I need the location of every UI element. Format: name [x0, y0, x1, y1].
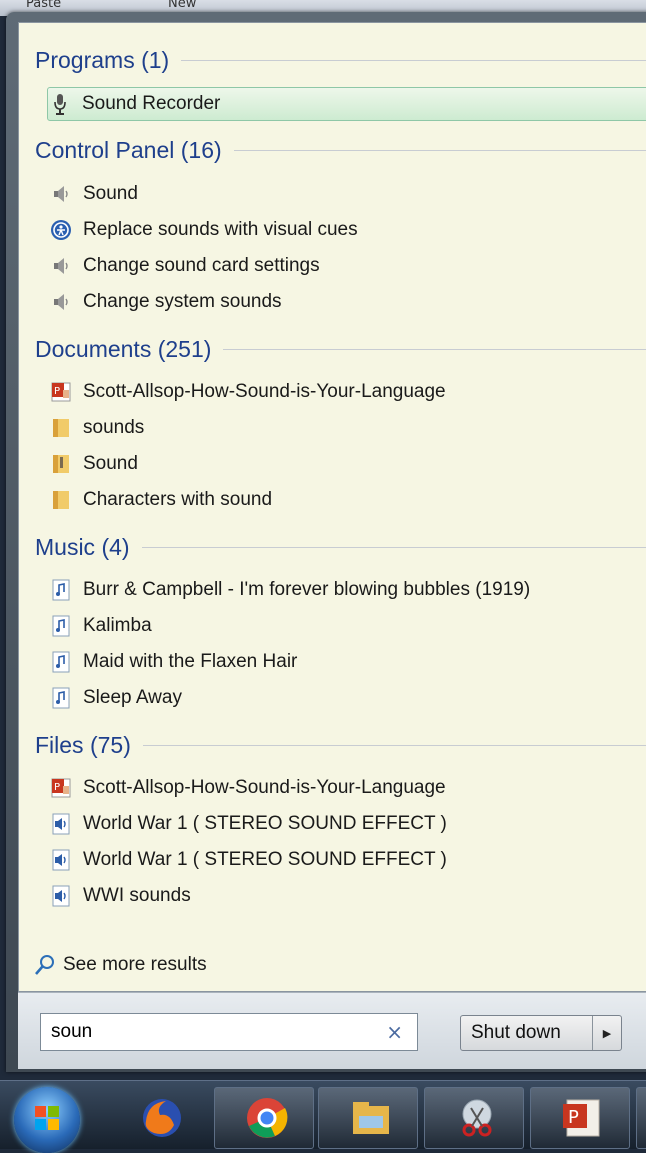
search-input[interactable]: [49, 1020, 373, 1044]
speaker-icon: [49, 254, 73, 278]
music-file-icon: [49, 686, 73, 710]
svg-text:P: P: [54, 782, 60, 793]
music-file-icon: [49, 650, 73, 674]
shut-down-button[interactable]: Shut down ▶: [460, 1015, 622, 1051]
ease-of-access-icon: [49, 218, 73, 242]
result-item-folder[interactable]: sounds: [49, 411, 646, 445]
speaker-icon: [49, 182, 73, 206]
divider: [142, 744, 646, 746]
result-item-file[interactable]: World War 1 ( STEREO SOUND EFFECT ): [49, 843, 646, 877]
divider: [181, 59, 646, 61]
result-item-music[interactable]: Kalimba: [49, 609, 646, 643]
group-header-music[interactable]: Music (4): [35, 533, 646, 561]
result-item-system-sounds[interactable]: Change system sounds: [49, 285, 646, 319]
audio-file-icon: [49, 848, 73, 872]
result-item-label: Kalimba: [83, 615, 152, 636]
result-item-label: Change sound card settings: [83, 255, 320, 276]
result-item-file[interactable]: World War 1 ( STEREO SOUND EFFECT ): [49, 807, 646, 841]
firefox-icon: [140, 1095, 181, 1139]
audio-file-icon: [49, 812, 73, 836]
group-header-label: Music (4): [35, 533, 130, 560]
divider: [141, 546, 646, 548]
result-item-label: Change system sounds: [83, 291, 282, 312]
paste-label: Paste: [26, 0, 62, 11]
result-item-label: World War 1 ( STEREO SOUND EFFECT ): [83, 813, 447, 834]
svg-text:P: P: [568, 1107, 579, 1128]
result-item-label: Characters with sound: [83, 489, 273, 510]
folder-icon: [49, 416, 73, 440]
taskbar-chrome-button[interactable]: [214, 1087, 314, 1149]
result-item-file[interactable]: WWI sounds: [49, 879, 646, 913]
start-button[interactable]: [14, 1087, 80, 1153]
svg-text:P: P: [54, 386, 60, 397]
shutdown-options-arrow-icon[interactable]: ▶: [593, 1027, 621, 1040]
result-item-music[interactable]: Burr & Campbell - I'm forever blowing bu…: [49, 573, 646, 607]
search-icon: [33, 953, 57, 977]
result-item-label: Sleep Away: [83, 687, 182, 708]
result-item-label: World War 1 ( STEREO SOUND EFFECT ): [83, 849, 447, 870]
result-item-file[interactable]: P Scott-Allsop-How-Sound-is-Your-Languag…: [49, 771, 646, 805]
result-item-label: Sound: [83, 453, 138, 474]
result-item-label: WWI sounds: [83, 885, 191, 906]
result-item-music[interactable]: Sleep Away: [49, 681, 646, 715]
result-item-sound-card-settings[interactable]: Change sound card settings: [49, 249, 646, 283]
result-item-label: Scott-Allsop-How-Sound-is-Your-Language: [83, 777, 446, 798]
zip-folder-icon: [49, 452, 73, 476]
result-item-label: Sound: [83, 183, 138, 204]
snipping-tool-icon: [455, 1096, 495, 1140]
music-file-icon: [49, 578, 73, 602]
chrome-icon: [245, 1096, 288, 1140]
result-item-label: Scott-Allsop-How-Sound-is-Your-Language: [83, 381, 446, 402]
result-item-label: Replace sounds with visual cues: [83, 219, 358, 240]
divider: [233, 149, 646, 151]
group-header-label: Files (75): [35, 731, 131, 758]
taskbar: P: [0, 1080, 646, 1153]
windows-logo-icon: [34, 1105, 60, 1131]
taskbar-snipping-tool-button[interactable]: [424, 1087, 524, 1149]
shut-down-label: Shut down: [471, 1022, 561, 1043]
search-results-panel: Programs (1) Sound Recorder Control Pane…: [18, 22, 646, 992]
result-item-document[interactable]: P Scott-Allsop-How-Sound-is-Your-Languag…: [49, 375, 646, 409]
search-box[interactable]: ×: [40, 1013, 418, 1051]
group-header-documents[interactable]: Documents (251): [35, 335, 646, 363]
group-header-label: Control Panel (16): [35, 136, 222, 163]
result-item-replace-sounds[interactable]: Replace sounds with visual cues: [49, 213, 646, 247]
group-header-control-panel[interactable]: Control Panel (16): [35, 136, 646, 164]
folder-icon: [49, 488, 73, 512]
result-item-label: Sound Recorder: [82, 93, 221, 114]
speaker-icon: [49, 290, 73, 314]
divider: [223, 348, 646, 350]
group-header-label: Programs (1): [35, 46, 170, 73]
result-item-music[interactable]: Maid with the Flaxen Hair: [49, 645, 646, 679]
audio-file-icon: [49, 884, 73, 908]
see-more-results-link[interactable]: See more results: [33, 953, 207, 977]
new-label: New: [168, 0, 197, 11]
result-item-label: Maid with the Flaxen Hair: [83, 651, 298, 672]
result-item-zip[interactable]: Sound: [49, 447, 646, 481]
clear-search-icon[interactable]: ×: [386, 1020, 403, 1044]
result-item-sound-recorder[interactable]: Sound Recorder: [47, 87, 646, 121]
see-more-results-label: See more results: [63, 954, 207, 975]
group-header-programs[interactable]: Programs (1): [35, 46, 646, 74]
taskbar-firefox-button[interactable]: [110, 1087, 208, 1147]
microphone-icon: [48, 92, 72, 116]
file-explorer-icon: [349, 1096, 389, 1140]
result-item-sound[interactable]: Sound: [49, 177, 646, 211]
result-item-label: Burr & Campbell - I'm forever blowing bu…: [83, 579, 531, 600]
result-item-label: sounds: [83, 417, 145, 438]
group-header-label: Documents (251): [35, 335, 212, 362]
music-file-icon: [49, 614, 73, 638]
powerpoint-doc-icon: P: [49, 776, 73, 800]
group-header-files[interactable]: Files (75): [35, 731, 646, 759]
taskbar-overflow-button[interactable]: [636, 1087, 646, 1149]
powerpoint-icon: P: [561, 1096, 601, 1140]
result-item-folder[interactable]: Characters with sound: [49, 483, 646, 517]
powerpoint-doc-icon: P: [49, 380, 73, 404]
taskbar-explorer-button[interactable]: [318, 1087, 418, 1149]
start-menu-bottom-bar: × Shut down ▶: [18, 992, 646, 1069]
taskbar-powerpoint-button[interactable]: P: [530, 1087, 630, 1149]
